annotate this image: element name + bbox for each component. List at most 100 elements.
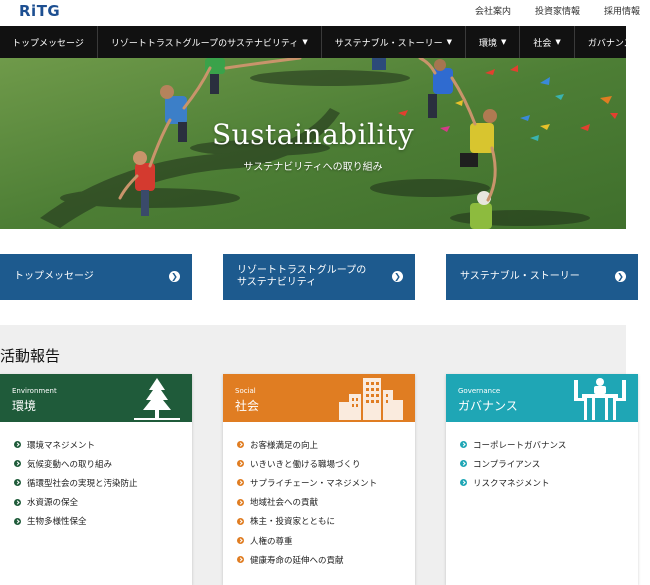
list-item[interactable]: いきいきと働ける職場づくり (237, 454, 415, 473)
chevron-right-icon (460, 441, 467, 449)
chevron-right-icon (237, 479, 244, 487)
chevron-down-icon: ▼ (302, 38, 308, 46)
list-item[interactable]: 地域社会への貢献 (237, 493, 415, 512)
list-item-label: 健康寿命の延伸への貢献 (250, 555, 344, 566)
nav-item-label: リゾートトラストグループのサステナビリティ (110, 38, 299, 49)
chevron-right-icon (14, 460, 21, 468)
nav-item-social[interactable]: 社会 ▼ (520, 26, 575, 58)
card-en-label: Social (235, 387, 256, 395)
list-item[interactable]: 健康寿命の延伸への貢献 (237, 550, 415, 569)
chevron-right-icon (460, 460, 467, 468)
list-item-label: 人権の尊重 (250, 536, 293, 547)
chevron-right-icon (237, 498, 244, 506)
card-social: Social 社会 お客様満足の向上 いきいきと働ける職場づくり サプライチェー… (223, 374, 415, 585)
list-item[interactable]: 環境マネジメント (14, 435, 192, 454)
list-item[interactable]: 気候変動への取り組み (14, 454, 192, 473)
card-list: お客様満足の向上 いきいきと働ける職場づくり サプライチェーン・マネジメント 地… (223, 422, 415, 569)
util-link-investors[interactable]: 投資家情報 (535, 4, 580, 17)
list-item-label: リスクマネジメント (473, 478, 550, 489)
list-item[interactable]: お客様満足の向上 (237, 435, 415, 454)
chevron-right-icon (14, 479, 21, 487)
hero-subtitle: サステナビリティへの取り組み (243, 162, 383, 173)
nav-item-label: トップメッセージ (12, 38, 84, 49)
logo[interactable]: RiTG (19, 2, 60, 20)
logo-text: RiTG (19, 2, 61, 20)
card-list: 環境マネジメント 気候変動への取り組み 循環型社会の実現と汚染防止 水資源の保全… (0, 422, 192, 531)
chevron-right-icon (14, 517, 21, 525)
card-environment: Environment 環境 環境マネジメント 気候変動への取り組み 循環型社会… (0, 374, 192, 585)
chevron-right-icon: ❯ (169, 271, 180, 282)
chevron-right-icon (237, 460, 244, 468)
cta-label-line1: トップメッセージ (14, 271, 94, 282)
list-item-label: 地域社会への貢献 (250, 498, 319, 509)
chevron-down-icon: ▼ (555, 38, 561, 46)
list-item[interactable]: リスクマネジメント (460, 473, 638, 492)
list-item-label: 環境マネジメント (27, 440, 96, 451)
list-item-label: 水資源の保全 (27, 498, 79, 509)
list-item-label: いきいきと働ける職場づくり (250, 459, 361, 470)
chevron-right-icon (460, 479, 467, 487)
nav-item-governance[interactable]: ガバナンス ▼ (575, 26, 650, 58)
chevron-right-icon: ❯ (615, 271, 626, 282)
list-item[interactable]: 水資源の保全 (14, 493, 192, 512)
card-en-label: Environment (12, 387, 57, 395)
chevron-right-icon: ❯ (392, 271, 403, 282)
chevron-right-icon (14, 441, 21, 449)
card-header[interactable]: Environment 環境 (0, 374, 192, 422)
card-en-label: Governance (458, 387, 501, 395)
card-header[interactable]: Social 社会 (223, 374, 415, 422)
chevron-right-icon (237, 441, 244, 449)
cta-label-line1: リゾートトラストグループの (237, 265, 367, 276)
nav-item-label: ガバナンス (587, 38, 633, 49)
cta-label-line1: サステナブル・ストーリー (460, 271, 580, 282)
list-item[interactable]: コーポレートガバナンス (460, 435, 638, 454)
cta-sustainable-story-button[interactable]: サステナブル・ストーリー ❯ (446, 254, 638, 300)
cta-label-line2: サステナビリティ (237, 277, 317, 288)
nav-item-label: サステナブル・ストーリー (334, 38, 443, 49)
card-list: コーポレートガバナンス コンプライアンス リスクマネジメント (446, 422, 638, 493)
list-item[interactable]: 生物多様性保全 (14, 512, 192, 531)
nav-item-environment[interactable]: 環境 ▼ (466, 26, 521, 58)
list-item-label: サプライチェーン・マネジメント (250, 478, 378, 489)
chevron-right-icon (14, 498, 21, 506)
chevron-down-icon: ▼ (501, 38, 507, 46)
card-jp-label: ガバナンス (458, 399, 518, 413)
list-item-label: 株主・投資家とともに (250, 517, 336, 528)
top-bar: RiTG 会社案内 投資家情報 採用情報 (0, 0, 650, 26)
cta-top-message-button[interactable]: トップメッセージ ❯ (0, 254, 192, 300)
tree-icon (134, 378, 180, 420)
card-jp-label: 社会 (235, 399, 260, 413)
nav-item-label: 社会 (533, 38, 552, 49)
cta-label: リゾートトラストグループの サステナビリティ (237, 265, 366, 289)
util-link-company[interactable]: 会社案内 (475, 4, 511, 17)
card-jp-label: 環境 (12, 399, 37, 413)
list-item-label: コーポレートガバナンス (473, 440, 567, 451)
list-item-label: 循環型社会の実現と汚染防止 (27, 478, 138, 489)
chevron-right-icon (237, 537, 244, 545)
list-item[interactable]: 人権の尊重 (237, 531, 415, 550)
card-governance: Governance ガバナンス コーポレートガバナンス コンプライアンス リス… (446, 374, 638, 585)
hero-banner: Sustainability サステナビリティへの取り組み (0, 58, 626, 229)
list-item[interactable]: サプライチェーン・マネジメント (237, 473, 415, 492)
list-item-label: お客様満足の向上 (250, 440, 319, 451)
list-item-label: コンプライアンス (473, 459, 541, 470)
nav-item-group-sustainability[interactable]: リゾートトラストグループのサステナビリティ ▼ (98, 26, 322, 58)
utility-links: 会社案内 投資家情報 採用情報 (475, 4, 640, 17)
hero-title: Sustainability (211, 118, 415, 151)
nav-item-label: 環境 (479, 38, 498, 49)
util-link-careers[interactable]: 採用情報 (604, 4, 640, 17)
nav-item-sustainable-story[interactable]: サステナブル・ストーリー ▼ (322, 26, 466, 58)
main-nav: トップメッセージ リゾートトラストグループのサステナビリティ ▼ サステナブル・… (0, 26, 642, 58)
list-item[interactable]: コンプライアンス (460, 454, 638, 473)
meeting-icon (574, 378, 626, 420)
list-item-label: 気候変動への取り組み (27, 459, 113, 470)
chevron-right-icon (237, 517, 244, 525)
list-item[interactable]: 株主・投資家とともに (237, 512, 415, 531)
list-item-label: 生物多様性保全 (27, 517, 87, 528)
list-item[interactable]: 循環型社会の実現と汚染防止 (14, 473, 192, 492)
card-header[interactable]: Governance ガバナンス (446, 374, 638, 422)
chevron-right-icon (237, 556, 244, 564)
cta-label: サステナブル・ストーリー (460, 271, 580, 283)
nav-item-top-message[interactable]: トップメッセージ (0, 26, 98, 58)
cta-group-sustainability-button[interactable]: リゾートトラストグループの サステナビリティ ❯ (223, 254, 415, 300)
